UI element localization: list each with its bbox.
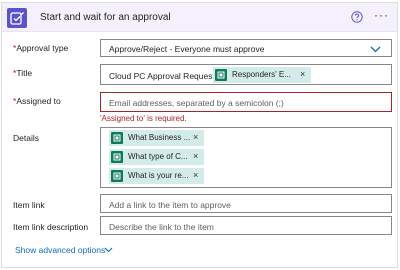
item-link-description-placeholder: Describe the link to the item <box>109 222 214 232</box>
approval-type-label-text: Approval type <box>16 43 69 53</box>
assigned-to-label-text: Assigned to <box>16 96 61 106</box>
approval-type-label: *Approval type <box>13 43 68 53</box>
assigned-to-input[interactable]: Email addresses, separated by a semicolo… <box>100 92 392 112</box>
assigned-to-placeholder: Email addresses, separated by a semicolo… <box>109 98 284 108</box>
title-dynamic-token[interactable]: Responders' E... × <box>213 67 311 83</box>
title-label-text: Title <box>16 68 33 78</box>
details-token[interactable]: What is your re... × <box>109 168 204 184</box>
details-token-label: What type of C... <box>128 152 188 161</box>
token-remove-icon[interactable]: × <box>193 132 198 142</box>
approvals-app-icon <box>7 8 27 28</box>
forms-token-icon <box>111 151 123 163</box>
forms-token-icon <box>215 69 227 81</box>
approval-type-value: Approve/Reject - Everyone must approve <box>109 44 265 54</box>
assigned-to-error: 'Assigned to' is required. <box>100 114 187 123</box>
details-token[interactable]: What Business ... × <box>109 130 204 146</box>
item-link-description-label: Item link description <box>13 222 89 232</box>
token-remove-icon[interactable]: × <box>193 170 198 180</box>
title-input[interactable]: Cloud PC Approval Request - Responders' … <box>100 64 392 85</box>
action-header[interactable]: Start and wait for an approval ··· <box>2 3 397 32</box>
show-advanced-options-link[interactable]: Show advanced options <box>15 245 105 255</box>
assigned-to-label: *Assigned to <box>13 96 61 106</box>
item-link-label: Item link <box>13 200 45 210</box>
title-token-label: Responders' E... <box>232 70 291 79</box>
forms-token-icon <box>111 132 123 144</box>
item-link-description-input[interactable]: Describe the link to the item <box>100 216 392 235</box>
details-token-label: What Business ... <box>128 133 191 142</box>
token-remove-icon[interactable]: × <box>193 151 198 161</box>
action-title: Start and wait for an approval <box>40 12 171 23</box>
approval-action-card: Start and wait for an approval ··· *Appr… <box>1 2 398 268</box>
question-circle-icon[interactable] <box>351 11 363 23</box>
details-label: Details <box>13 133 39 143</box>
item-link-placeholder: Add a link to the item to approve <box>109 200 231 210</box>
chevron-down-icon[interactable] <box>104 247 113 253</box>
details-input[interactable]: What Business ... × What type of C... × … <box>100 127 392 188</box>
details-token[interactable]: What type of C... × <box>109 149 204 165</box>
forms-token-icon <box>111 170 123 182</box>
title-prefix-text: Cloud PC Approval Request - <box>109 71 221 81</box>
title-label: *Title <box>13 68 32 78</box>
more-horizontal-icon[interactable]: ··· <box>374 9 390 24</box>
token-remove-icon[interactable]: × <box>300 69 305 79</box>
approval-type-dropdown[interactable]: Approve/Reject - Everyone must approve <box>100 39 392 57</box>
chevron-down-icon <box>370 46 381 53</box>
details-token-label: What is your re... <box>128 171 189 180</box>
item-link-input[interactable]: Add a link to the item to approve <box>100 194 392 213</box>
